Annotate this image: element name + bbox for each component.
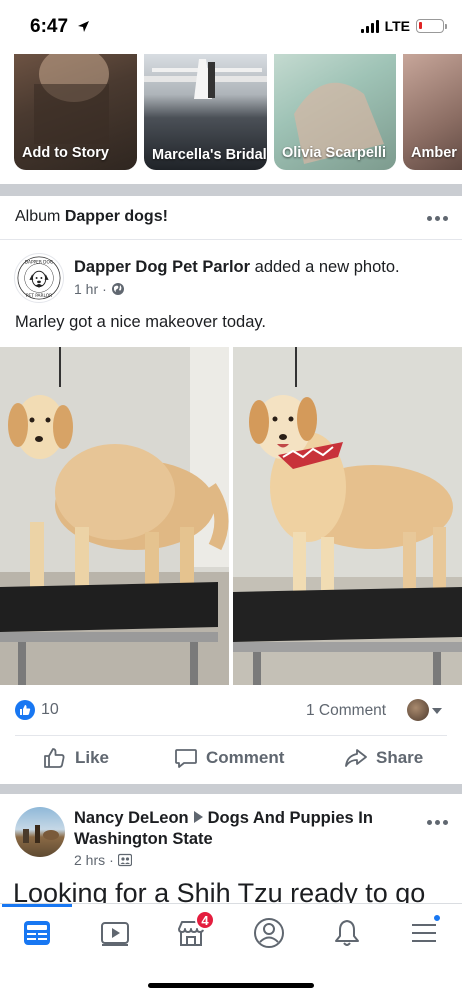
like-label: Like xyxy=(75,748,110,767)
dog-photo-before xyxy=(0,347,229,685)
tab-menu[interactable] xyxy=(404,913,444,950)
menu-notification-dot xyxy=(432,913,442,923)
post2-time[interactable]: 2 hrs xyxy=(74,852,105,868)
profile-icon xyxy=(254,918,284,948)
meta-separator: · xyxy=(109,852,114,868)
post2-author[interactable]: Nancy DeLeon xyxy=(74,809,189,827)
section-divider xyxy=(0,784,462,794)
post-author[interactable]: Dapper Dog Pet Parlor xyxy=(74,258,250,276)
location-arrow-icon xyxy=(78,21,90,33)
comment-button[interactable]: Comment xyxy=(174,746,284,770)
status-indicators: LTE xyxy=(360,18,447,34)
album-header[interactable]: Album Dapper dogs! xyxy=(0,196,462,240)
svg-text:DAPPER DOG: DAPPER DOG xyxy=(25,260,53,266)
section-divider xyxy=(0,184,462,196)
like-count: 10 xyxy=(41,701,59,718)
avatar-photo xyxy=(23,825,59,843)
thumbs-up-icon xyxy=(44,748,65,768)
tab-watch[interactable] xyxy=(95,916,135,950)
story-label: Add to Story xyxy=(22,145,109,161)
more-options-icon[interactable] xyxy=(427,820,448,825)
comment-label: Comment xyxy=(206,748,285,767)
nancy-avatar[interactable] xyxy=(15,807,65,857)
comment-count[interactable]: 1 Comment xyxy=(306,702,386,720)
news-feed-icon xyxy=(24,921,50,945)
story-add-to-story[interactable]: Add to Story xyxy=(14,54,137,170)
tab-profile[interactable] xyxy=(249,916,289,950)
comment-icon xyxy=(175,749,197,768)
tab-notifications[interactable] xyxy=(327,916,367,950)
battery-icon xyxy=(416,19,447,33)
like-reaction-icon xyxy=(15,700,35,720)
post-photo-before[interactable] xyxy=(0,347,229,685)
battery-level xyxy=(419,22,422,29)
story-label: Olivia Scarpelli xyxy=(282,145,386,161)
album-name: Dapper dogs! xyxy=(64,208,168,225)
post-action-text: added a new photo. xyxy=(254,258,400,276)
post-photo-after[interactable] xyxy=(233,347,462,685)
share-label: Share xyxy=(376,748,424,767)
share-button[interactable]: Share xyxy=(344,746,423,770)
bell-icon xyxy=(335,920,359,946)
action-divider xyxy=(15,735,447,736)
post-text: Marley got a nice makeover today. xyxy=(15,313,266,331)
story-marcellas-bridal[interactable]: Marcella's Bridal xyxy=(144,54,267,170)
post2-header: Nancy DeLeon Dogs And Puppies In Washingt… xyxy=(74,808,414,850)
marketplace-badge: 4 xyxy=(195,910,215,930)
story-label: Marcella's Bridal xyxy=(152,147,267,163)
reactions-summary[interactable]: 10 xyxy=(15,700,59,720)
globe-icon xyxy=(111,283,124,295)
page-avatar[interactable]: DAPPER DOG PET PARLOR xyxy=(14,253,64,303)
svg-text:PET PARLOR: PET PARLOR xyxy=(26,293,52,299)
post-meta: 1 hr · xyxy=(74,281,125,297)
share-icon xyxy=(345,749,367,767)
tab-marketplace[interactable]: 4 xyxy=(171,910,215,950)
chevron-down-icon[interactable] xyxy=(432,708,442,714)
more-options-icon[interactable] xyxy=(427,216,448,221)
dog-photo-after xyxy=(233,347,462,685)
post-author-line: Dapper Dog Pet Parlor added a new photo. xyxy=(74,258,400,277)
commenter-avatar[interactable] xyxy=(407,699,429,721)
dapper-dog-logo: DAPPER DOG PET PARLOR xyxy=(17,256,61,300)
album-prefix: Album xyxy=(15,208,61,225)
story-olivia-scarpelli[interactable]: Olivia Scarpelli xyxy=(274,54,396,170)
post2-meta: 2 hrs · xyxy=(74,852,132,868)
story-amber[interactable]: Amber xyxy=(403,54,462,170)
network-type: LTE xyxy=(384,18,410,34)
story-label: Amber xyxy=(411,145,457,161)
post-time[interactable]: 1 hr xyxy=(74,281,98,297)
status-time: 6:47 xyxy=(30,16,90,38)
active-tab-indicator xyxy=(2,904,72,907)
stories-tray: Add to Story Marcella's Bridal Olivia Sc… xyxy=(0,54,462,178)
signal-icon xyxy=(360,19,379,33)
status-bar: 6:47 LTE xyxy=(0,0,462,54)
album-title: Album Dapper dogs! xyxy=(15,208,168,226)
arrow-right-icon xyxy=(193,811,203,823)
home-indicator[interactable] xyxy=(148,983,314,988)
video-icon xyxy=(101,922,129,946)
meta-separator: · xyxy=(102,281,107,297)
like-button[interactable]: Like xyxy=(43,746,109,770)
group-icon xyxy=(117,853,132,867)
tab-news-feed[interactable] xyxy=(17,916,57,950)
